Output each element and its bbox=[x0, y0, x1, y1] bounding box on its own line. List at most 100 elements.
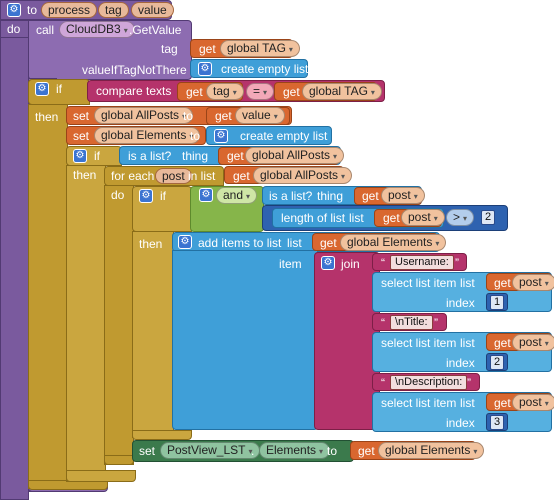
postview-component-dropdown[interactable]: PostView_LST ▾ bbox=[160, 442, 260, 459]
and-op-dropdown[interactable]: and ▾ bbox=[216, 187, 258, 204]
get-label: get bbox=[215, 109, 232, 123]
global-elements-dropdown-3[interactable]: global Elements ▾ bbox=[378, 442, 485, 459]
global-tag-name: global TAG bbox=[309, 84, 368, 98]
post-var-dropdown-i3[interactable]: post ▾ bbox=[512, 394, 554, 411]
chevron-down-icon: ▾ bbox=[341, 172, 346, 181]
is-a-list-label: is a list? bbox=[128, 149, 172, 163]
compare-op-dropdown[interactable]: = ▾ bbox=[246, 83, 275, 100]
to-label: to bbox=[190, 129, 201, 143]
global-allposts-name: global AllPosts bbox=[101, 108, 180, 122]
global-allposts-dropdown-3[interactable]: global AllPosts ▾ bbox=[253, 167, 353, 184]
global-tag-dropdown[interactable]: global TAG ▾ bbox=[220, 40, 300, 57]
procedure-param-tag[interactable]: tag bbox=[98, 2, 129, 18]
post-var-dropdown-i1[interactable]: post ▾ bbox=[512, 274, 554, 291]
local-value-dropdown[interactable]: value ▾ bbox=[235, 107, 285, 124]
nested-if-then-body bbox=[132, 231, 174, 438]
create-empty-list-label: create empty list bbox=[221, 62, 309, 76]
procedure-block[interactable] bbox=[0, 0, 29, 500]
index-2-number[interactable]: 2 bbox=[490, 355, 504, 370]
post-var-name: post bbox=[519, 275, 542, 289]
string-title[interactable]: \nTitle: bbox=[390, 315, 433, 330]
to-label: to bbox=[327, 444, 338, 458]
add-items-label: add items to list bbox=[198, 236, 282, 250]
tag-socket-label: tag bbox=[161, 42, 178, 56]
global-elements-name: global Elements bbox=[347, 235, 433, 249]
foreach-label: for each bbox=[111, 169, 155, 183]
procedure-mutator-icon[interactable]: ⚙ bbox=[7, 3, 21, 17]
chevron-down-icon: ▾ bbox=[263, 88, 268, 97]
chevron-down-icon: ▾ bbox=[544, 279, 549, 288]
global-elements-name: global Elements bbox=[101, 128, 187, 142]
join-mutator-icon[interactable]: ⚙ bbox=[321, 256, 335, 270]
compare-texts-label: compare texts bbox=[96, 84, 172, 98]
foreach-do-label: do bbox=[111, 188, 125, 202]
local-tag-dropdown[interactable]: tag ▾ bbox=[206, 83, 244, 100]
procedure-name[interactable]: process bbox=[41, 2, 98, 18]
foreach-footer bbox=[104, 455, 134, 465]
get-label: get bbox=[227, 149, 244, 163]
inner-if-label: if bbox=[94, 149, 100, 163]
component-dropdown[interactable]: CloudDB3 ▾ bbox=[59, 21, 135, 38]
gt-op: > bbox=[453, 210, 461, 224]
procedure-param-value[interactable]: value bbox=[131, 2, 174, 18]
global-allposts-name: global AllPosts bbox=[252, 148, 331, 162]
select-list-label: list bbox=[460, 336, 475, 350]
string-description[interactable]: \nDescription: bbox=[390, 375, 468, 390]
list-mutator-icon[interactable]: ⚙ bbox=[198, 62, 212, 76]
select-index-label: index bbox=[446, 296, 475, 310]
value-if-socket-label: valueIfTagNotThere bbox=[82, 63, 187, 77]
string-username[interactable]: Username: bbox=[390, 255, 454, 270]
post-var-dropdown-i2[interactable]: post ▾ bbox=[512, 334, 554, 351]
get-label: get bbox=[233, 169, 250, 183]
chevron-down-icon: ▾ bbox=[435, 239, 440, 248]
component-name: CloudDB3 bbox=[66, 22, 121, 36]
chevron-down-icon: ▾ bbox=[333, 152, 338, 161]
add-items-mutator-icon[interactable]: ⚙ bbox=[178, 235, 192, 249]
procedure-do-label: do bbox=[7, 22, 21, 36]
get-label: get bbox=[199, 42, 216, 56]
postview-component-name: PostView_LST bbox=[167, 443, 246, 457]
select-index-label: index bbox=[446, 356, 475, 370]
post-var-name: post bbox=[519, 335, 542, 349]
post-var-name: post bbox=[519, 395, 542, 409]
post-var-dropdown[interactable]: post ▾ bbox=[381, 187, 425, 204]
global-allposts-dropdown-2[interactable]: global AllPosts ▾ bbox=[245, 147, 345, 164]
list-mutator-icon[interactable]: ⚙ bbox=[214, 129, 228, 143]
then-label: then bbox=[35, 110, 59, 124]
chevron-down-icon: ▾ bbox=[273, 112, 278, 121]
gt-op-dropdown[interactable]: > ▾ bbox=[446, 209, 475, 226]
global-elements-dropdown[interactable]: global Elements ▾ bbox=[94, 127, 201, 144]
chevron-down-icon: ▾ bbox=[463, 214, 468, 223]
global-elements-dropdown-2[interactable]: global Elements ▾ bbox=[340, 234, 447, 251]
post-var-name: post bbox=[408, 210, 431, 224]
global-allposts-name: global AllPosts bbox=[260, 168, 339, 182]
chevron-down-icon: ▾ bbox=[319, 447, 324, 456]
select-list-item-label: select list item bbox=[381, 396, 457, 410]
index-1-number[interactable]: 1 bbox=[490, 295, 504, 310]
chevron-down-icon: ▾ bbox=[544, 339, 549, 348]
elements-property-dropdown[interactable]: Elements ▾ bbox=[259, 442, 331, 459]
get-label: get bbox=[186, 85, 203, 99]
global-tag-compare-dropdown[interactable]: global TAG ▾ bbox=[302, 83, 382, 100]
item-label: item bbox=[279, 257, 302, 271]
inner-if-then-body bbox=[66, 165, 106, 482]
post-var-dropdown-2[interactable]: post ▾ bbox=[401, 209, 445, 226]
if-label: if bbox=[56, 82, 62, 96]
nested-then-label: then bbox=[139, 237, 163, 251]
join-label: join bbox=[341, 257, 360, 271]
global-allposts-dropdown[interactable]: global AllPosts ▾ bbox=[94, 107, 194, 124]
inner-if-mutator-icon[interactable]: ⚙ bbox=[73, 149, 87, 163]
create-empty-list-label: create empty list bbox=[240, 129, 328, 143]
chevron-down-icon: ▾ bbox=[413, 192, 418, 201]
quote-open-icon: “ bbox=[381, 376, 385, 390]
gt-value-number[interactable]: 2 bbox=[481, 210, 495, 225]
index-3-number[interactable]: 3 bbox=[490, 415, 504, 430]
if-mutator-icon[interactable]: ⚙ bbox=[35, 82, 49, 96]
global-tag-name: global TAG bbox=[227, 41, 286, 55]
nested-if-mutator-icon[interactable]: ⚙ bbox=[139, 189, 153, 203]
foreach-var[interactable]: post bbox=[155, 168, 192, 184]
and-mutator-icon[interactable]: ⚙ bbox=[199, 188, 213, 202]
join-block[interactable] bbox=[314, 252, 380, 430]
call-label: call bbox=[36, 23, 55, 37]
foreach-do-body bbox=[104, 185, 134, 465]
